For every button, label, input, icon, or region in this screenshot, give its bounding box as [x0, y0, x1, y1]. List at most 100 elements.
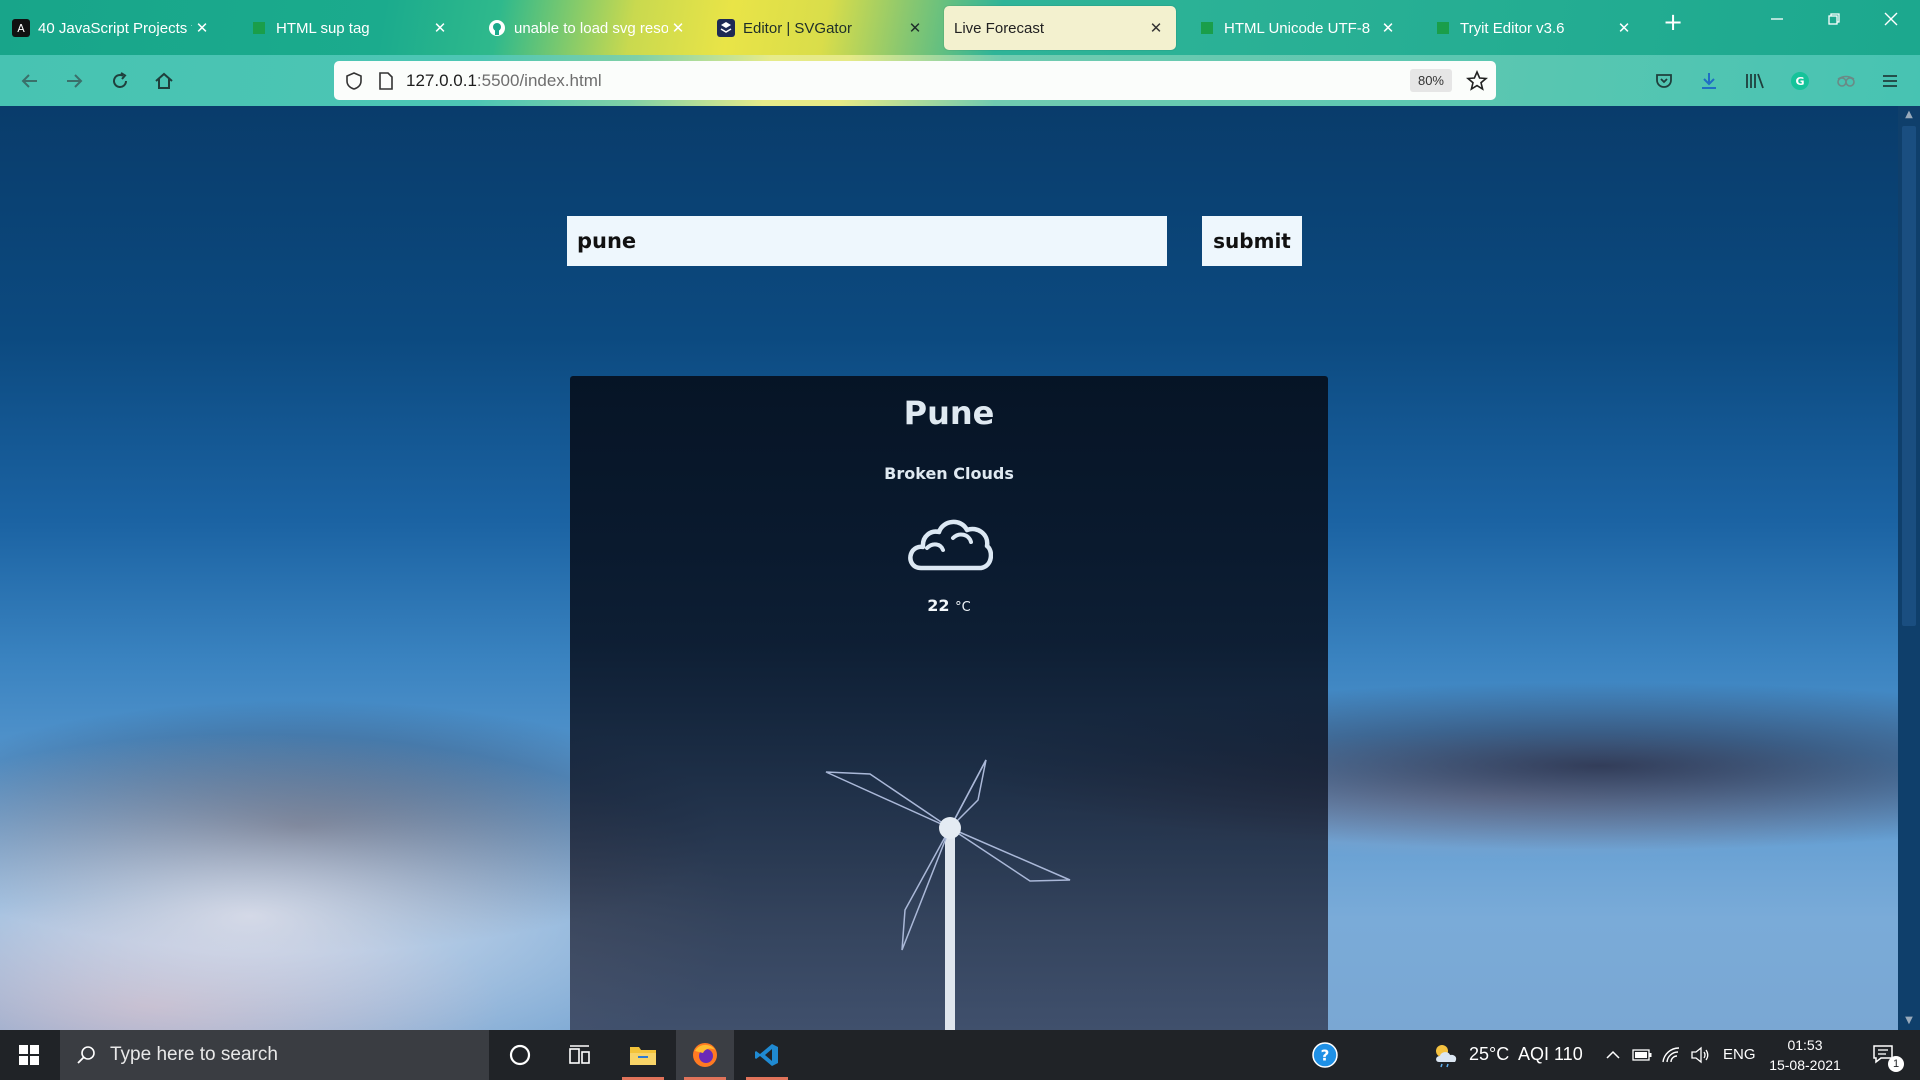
scroll-down-icon[interactable]: ▼ — [1898, 1012, 1920, 1030]
help-button[interactable]: ? — [1296, 1030, 1354, 1080]
speaker-icon — [1691, 1046, 1709, 1064]
air-quality-index[interactable]: AQI 110 — [1518, 1044, 1583, 1065]
submit-button[interactable]: submit — [1202, 216, 1302, 266]
search-placeholder: Type here to search — [110, 1044, 278, 1065]
new-tab-button[interactable]: + — [1650, 8, 1696, 36]
restore-icon — [1828, 13, 1840, 25]
zoom-level-badge[interactable]: 80% — [1409, 69, 1452, 92]
tab-live-forecast[interactable]: Live Forecast ✕ — [944, 6, 1176, 50]
minimize-button[interactable] — [1754, 10, 1800, 31]
w3schools-icon — [1434, 19, 1452, 37]
tab-title: Editor | SVGator — [743, 19, 852, 37]
tab-html-unicode[interactable]: HTML Unicode UTF-8 ✕ — [1186, 6, 1408, 50]
bookmark-star-icon[interactable] — [1466, 70, 1488, 92]
url-text: 127.0.0.1:5500/index.html — [406, 71, 602, 91]
tab-title: Live Forecast — [954, 19, 1045, 37]
forward-button[interactable] — [60, 67, 88, 95]
battery-button[interactable] — [1628, 1030, 1656, 1080]
notification-count-badge: 1 — [1888, 1056, 1904, 1072]
vscode-button[interactable] — [738, 1030, 796, 1080]
scroll-thumb[interactable] — [1902, 126, 1916, 626]
volume-button[interactable] — [1686, 1030, 1714, 1080]
hamburger-menu-icon — [1883, 75, 1897, 87]
file-explorer-button[interactable] — [614, 1030, 672, 1080]
arrow-left-icon — [21, 74, 37, 88]
browser-nav-bar: 127.0.0.1:5500/index.html 80% G — [0, 55, 1920, 106]
close-icon[interactable]: ✕ — [905, 19, 925, 37]
scroll-up-icon[interactable]: ▲ — [1898, 106, 1920, 124]
browser-tab-bar: A 40 JavaScript Projects fo ✕ HTML sup t… — [0, 0, 1920, 55]
help-question-icon: ? — [1312, 1042, 1338, 1068]
windows-taskbar: Type here to search ? 25°C AQI 110 ENG 0… — [0, 1030, 1920, 1080]
firefox-button[interactable] — [676, 1030, 734, 1080]
shield-icon[interactable] — [344, 71, 364, 91]
broken-clouds-icon — [908, 519, 993, 571]
temperature-unit: °C — [955, 600, 971, 615]
restore-button[interactable] — [1811, 10, 1857, 31]
input-language[interactable]: ENG — [1723, 1046, 1756, 1063]
close-icon[interactable]: ✕ — [1146, 19, 1166, 37]
tab-tryit-editor[interactable]: Tryit Editor v3.6 ✕ — [1422, 6, 1644, 50]
network-button[interactable] — [1657, 1030, 1685, 1080]
city-search-input[interactable] — [567, 216, 1167, 266]
city-name: Pune — [903, 394, 995, 432]
url-host: 127.0.0.1 — [406, 70, 477, 90]
search-icon — [76, 1045, 96, 1065]
notifications-button[interactable]: 1 — [1860, 1030, 1910, 1080]
cortana-button[interactable] — [491, 1030, 549, 1080]
temperature-readout: 22 °C — [570, 596, 1328, 615]
close-icon — [1884, 12, 1898, 26]
partly-cloudy-rain-icon — [1436, 1045, 1457, 1068]
battery-icon — [1632, 1049, 1652, 1061]
folder-icon — [630, 1047, 656, 1065]
library-icon — [1746, 73, 1764, 89]
close-icon[interactable]: ✕ — [192, 19, 212, 37]
pocket-button[interactable] — [1650, 67, 1678, 95]
w3schools-icon — [1198, 19, 1216, 37]
home-button[interactable] — [150, 67, 178, 95]
windows-logo-icon — [19, 1045, 39, 1065]
address-bar[interactable]: 127.0.0.1:5500/index.html 80% — [334, 61, 1496, 100]
w3schools-icon — [250, 19, 268, 37]
taskbar-search-box[interactable]: Type here to search — [60, 1030, 489, 1080]
system-clock[interactable]: 01:53 15-08-2021 — [1765, 1035, 1845, 1075]
pocket-icon — [1656, 74, 1672, 88]
tab-title: HTML Unicode UTF-8 — [1224, 19, 1371, 37]
downloads-button[interactable] — [1695, 67, 1723, 95]
tab-40-javascript-projects[interactable]: A 40 JavaScript Projects fo ✕ — [0, 6, 222, 50]
page-scrollbar[interactable]: ▲ ▼ — [1898, 106, 1920, 1030]
page-viewport: submit Pune Broken Clouds 22 °C — [0, 106, 1898, 1030]
close-icon[interactable]: ✕ — [1614, 19, 1634, 37]
show-hidden-icons-button[interactable] — [1600, 1030, 1626, 1080]
menu-button[interactable] — [1876, 67, 1904, 95]
grammarly-extension-button[interactable]: G — [1786, 67, 1814, 95]
close-icon[interactable]: ✕ — [668, 19, 688, 37]
close-icon[interactable]: ✕ — [430, 19, 450, 37]
tab-github-svg[interactable]: unable to load svg resou ✕ — [476, 6, 698, 50]
reload-button[interactable] — [106, 67, 134, 95]
task-view-icon — [569, 1045, 590, 1064]
weather-temperature[interactable]: 25°C — [1469, 1044, 1509, 1065]
close-window-button[interactable] — [1868, 10, 1914, 31]
arrow-right-icon — [67, 74, 83, 88]
back-button[interactable] — [16, 67, 44, 95]
page-info-icon[interactable] — [378, 71, 394, 91]
weather-description: Broken Clouds — [884, 464, 1014, 483]
tab-title: 40 JavaScript Projects fo — [38, 19, 192, 37]
close-icon[interactable]: ✕ — [1378, 19, 1398, 37]
extension-button[interactable] — [1832, 67, 1860, 95]
tab-html-sup-tag[interactable]: HTML sup tag ✕ — [238, 6, 460, 50]
library-button[interactable] — [1741, 67, 1769, 95]
svg-text:?: ? — [1321, 1047, 1330, 1065]
tab-svgator-editor[interactable]: Editor | SVGator ✕ — [705, 6, 935, 50]
download-icon — [1702, 73, 1716, 89]
task-view-button[interactable] — [551, 1030, 609, 1080]
weather-widget-button[interactable] — [1418, 1030, 1474, 1080]
clock-time: 01:53 — [1787, 1037, 1823, 1053]
clock-date: 15-08-2021 — [1769, 1057, 1841, 1073]
start-button[interactable] — [0, 1030, 58, 1080]
chevron-up-icon — [1606, 1050, 1620, 1059]
wifi-icon — [1662, 1047, 1680, 1063]
tab-title: unable to load svg resou — [514, 19, 668, 37]
dev-a-icon: A — [12, 19, 30, 37]
